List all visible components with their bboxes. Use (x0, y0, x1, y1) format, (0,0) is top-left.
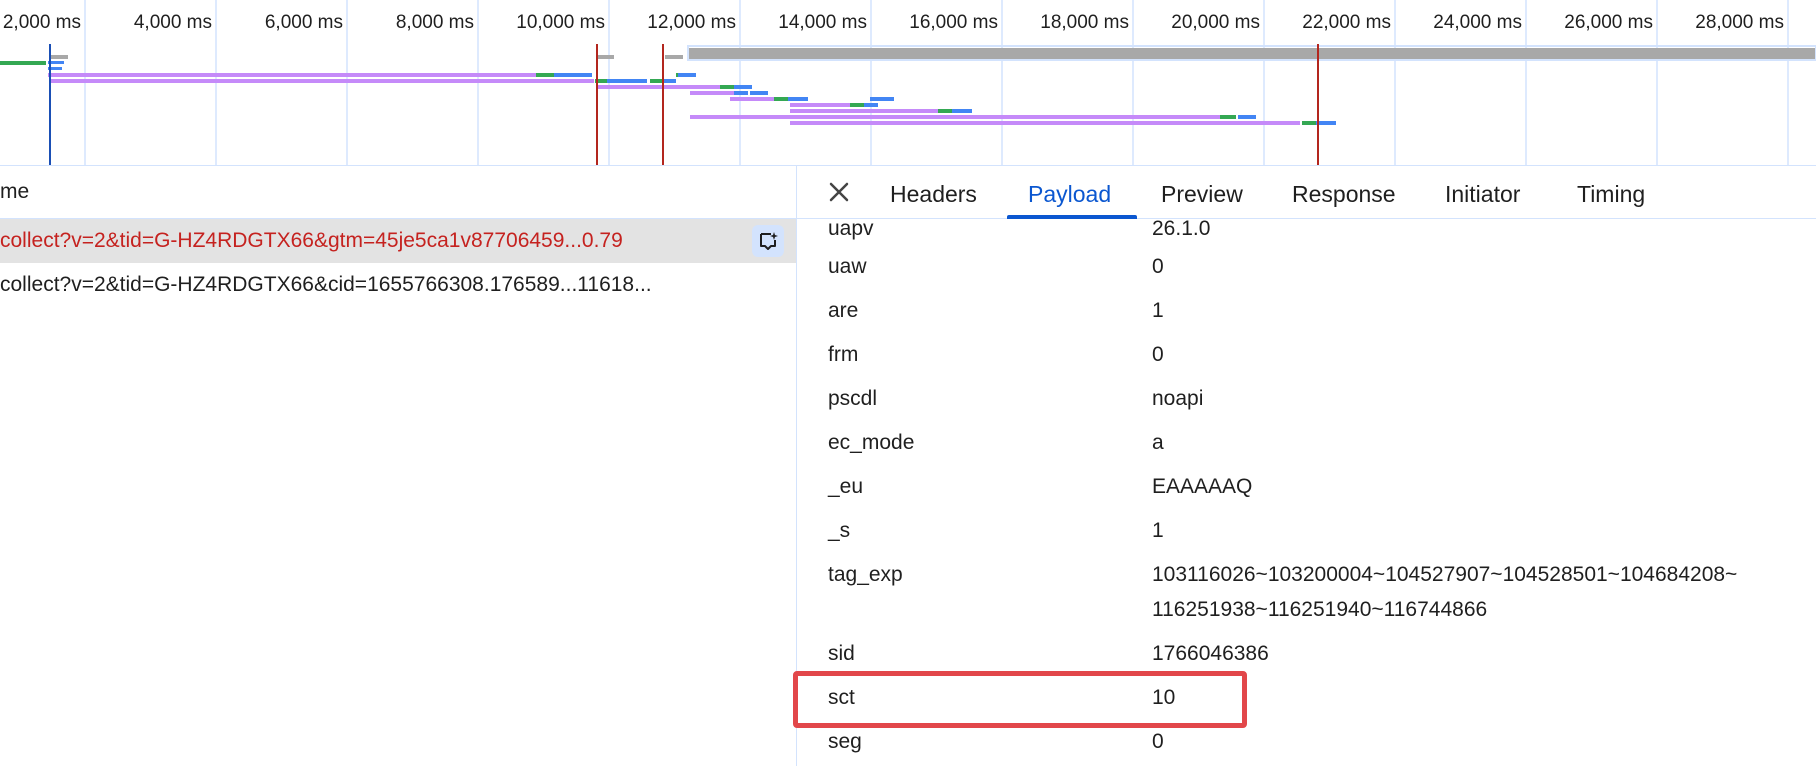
param-key: uaw (828, 255, 867, 278)
request-bar (665, 55, 683, 59)
param-key: ec_mode (828, 431, 915, 454)
param-key: sid (828, 642, 855, 665)
tab-preview[interactable]: Preview (1161, 166, 1243, 218)
request-bar (48, 73, 536, 77)
request-bar (750, 91, 768, 95)
param-key: are (828, 299, 859, 322)
param-value: 1766046386 (1152, 642, 1269, 665)
param-value: noapi (1152, 387, 1204, 410)
request-bar (50, 79, 594, 83)
param-value: 0 (1152, 343, 1164, 366)
time-tick-label: 18,000 ms (1040, 12, 1129, 33)
request-bar (1302, 121, 1316, 125)
tab-response[interactable]: Response (1292, 166, 1396, 218)
time-tick-label: 20,000 ms (1171, 12, 1260, 33)
param-key: seg (828, 730, 862, 753)
highlight-box (793, 671, 1247, 728)
request-bar (678, 73, 696, 77)
time-tick-label: 28,000 ms (1695, 12, 1784, 33)
request-bar (730, 97, 774, 101)
tab-payload[interactable]: Payload (1028, 166, 1111, 218)
request-bar (596, 85, 720, 89)
tab-initiator[interactable]: Initiator (1445, 166, 1520, 218)
request-bar (554, 73, 592, 77)
request-name: collect?v=2&tid=G-HZ4RDGTX66&gtm=45je5ca… (0, 229, 623, 252)
request-bar (864, 103, 878, 107)
request-bar (734, 91, 748, 95)
request-bar (938, 109, 952, 113)
time-tick-label: 2,000 ms (2, 12, 81, 33)
request-bar (790, 121, 1300, 125)
request-bar (690, 115, 1220, 119)
time-tick-label: 8,000 ms (395, 12, 474, 33)
time-tick-label: 6,000 ms (264, 12, 343, 33)
request-list: me collect?v=2&tid=G-HZ4RDGTX66&gtm=45je… (0, 166, 797, 766)
request-bar (1220, 115, 1236, 119)
param-value-continued: 116251938~116251940~116744866 (1152, 598, 1488, 621)
close-icon[interactable] (825, 178, 853, 206)
request-bar (720, 85, 734, 89)
name-column-header[interactable]: me (0, 166, 796, 219)
param-value: a (1152, 431, 1164, 454)
time-tick-label: 4,000 ms (133, 12, 212, 33)
request-bar (536, 73, 554, 77)
request-name: collect?v=2&tid=G-HZ4RDGTX66&cid=1655766… (0, 273, 652, 296)
param-value: 26.1.0 (1152, 219, 1211, 240)
request-bar (1238, 115, 1256, 119)
request-bar (688, 48, 1816, 60)
time-tick-label: 10,000 ms (516, 12, 605, 33)
param-key: tag_exp (828, 563, 903, 586)
time-tick-label: 22,000 ms (1302, 12, 1391, 33)
tab-timing[interactable]: Timing (1577, 166, 1645, 218)
ai-assistance-icon[interactable] (752, 225, 784, 257)
param-value: 103116026~103200004~104527907~104528501~… (1152, 563, 1738, 586)
request-bar (50, 55, 68, 59)
request-bar (790, 103, 850, 107)
network-overview[interactable]: 2,000 ms 4,000 ms 6,000 ms 8,000 ms 10,000 m… (0, 0, 1816, 166)
request-row-selected[interactable]: collect?v=2&tid=G-HZ4RDGTX66&gtm=45je5ca… (0, 219, 796, 263)
request-bar (790, 109, 938, 113)
request-bar (650, 79, 664, 83)
param-key: _s (828, 519, 851, 542)
request-bar (734, 85, 752, 89)
time-tick-label: 16,000 ms (909, 12, 998, 33)
request-bar (870, 97, 894, 101)
request-bar (596, 55, 614, 59)
param-key: pscdl (828, 387, 878, 410)
time-tick-label: 12,000 ms (647, 12, 736, 33)
request-bar (607, 79, 647, 83)
request-bar (850, 103, 864, 107)
param-key: frm (828, 343, 859, 366)
param-value: EAAAAAQ (1152, 475, 1253, 498)
param-key: _eu (828, 475, 864, 498)
param-key: uapv (828, 219, 874, 240)
time-tick-label: 14,000 ms (778, 12, 867, 33)
request-bar (0, 61, 46, 65)
request-bar (774, 97, 788, 101)
param-value: 0 (1152, 255, 1164, 278)
request-bar (952, 109, 972, 113)
time-tick-label: 24,000 ms (1433, 12, 1522, 33)
param-value: 1 (1152, 519, 1164, 542)
request-row[interactable]: collect?v=2&tid=G-HZ4RDGTX66&cid=1655766… (0, 263, 796, 307)
tab-headers[interactable]: Headers (890, 166, 977, 218)
details-tabbar: Headers Payload Preview Response Initiat… (797, 166, 1816, 219)
request-bar (664, 79, 676, 83)
param-value: 1 (1152, 299, 1164, 322)
request-bar (788, 97, 808, 101)
param-value: 0 (1152, 730, 1164, 753)
time-tick-label: 26,000 ms (1564, 12, 1653, 33)
